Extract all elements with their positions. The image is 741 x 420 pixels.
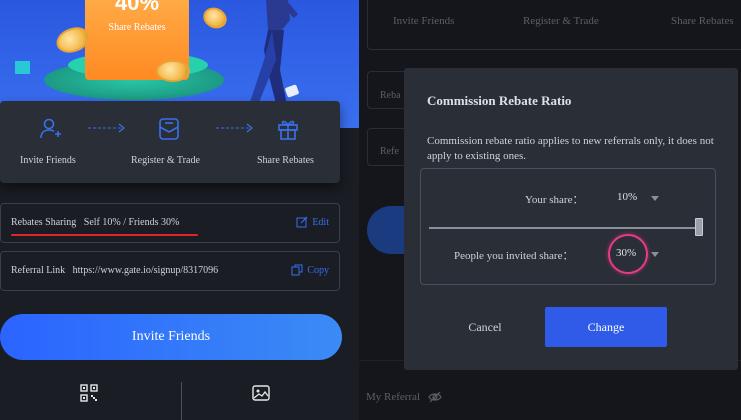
gift-icon bbox=[278, 120, 298, 140]
commission-rebate-modal: Commission Rebate Ratio Commission rebat… bbox=[404, 68, 738, 370]
edit-icon bbox=[296, 216, 308, 228]
referral-row-text: Refe bbox=[380, 146, 399, 157]
user-add-icon bbox=[40, 118, 61, 139]
tab-register-trade: Register & Trade bbox=[523, 15, 599, 27]
chevron-down-icon[interactable] bbox=[651, 196, 659, 201]
my-referral: My Referral bbox=[366, 391, 442, 403]
highlight-underline bbox=[11, 234, 198, 236]
cancel-button[interactable]: Cancel bbox=[444, 308, 526, 346]
arrow-right-icon bbox=[216, 123, 253, 133]
rebates-sharing-text: Rebates Sharing Self 10% / Friends 30% bbox=[11, 217, 180, 228]
left-panel: 40% Share Rebates Invite Friends Registe… bbox=[0, 0, 359, 420]
tab-invite-friends: Invite Friends bbox=[393, 15, 455, 27]
step-label-share: Share Rebates bbox=[257, 155, 314, 166]
steps-tabs: Invite Friends Register & Trade Share Re… bbox=[367, 0, 741, 50]
image-icon[interactable] bbox=[252, 384, 270, 402]
rebates-row-text: Reba bbox=[380, 90, 401, 101]
step-label-register: Register & Trade bbox=[131, 155, 200, 166]
steps-card: Invite Friends Register & Trade Share Re… bbox=[0, 101, 340, 183]
your-share-dropdown[interactable]: 10% bbox=[617, 191, 637, 203]
hero-label: Share Rebates bbox=[108, 22, 166, 33]
my-referral-label: My Referral bbox=[366, 391, 421, 403]
divider bbox=[181, 382, 182, 420]
arrow-right-icon bbox=[88, 123, 125, 133]
right-panel: Invite Friends Register & Trade Share Re… bbox=[359, 0, 741, 420]
coin-icon bbox=[156, 60, 190, 82]
referral-link-row: Referral Link https://www.gate.io/signup… bbox=[0, 251, 340, 291]
step-label-invite: Invite Friends bbox=[20, 155, 76, 166]
invited-share-dropdown[interactable]: 30% bbox=[616, 247, 636, 259]
document-icon bbox=[159, 118, 179, 140]
share-slider-handle[interactable] bbox=[695, 218, 703, 236]
copy-button[interactable]: Copy bbox=[291, 264, 329, 276]
modal-description: Commission rebate ratio applies to new r… bbox=[427, 135, 714, 162]
copy-label: Copy bbox=[307, 264, 329, 276]
rebates-sharing-row: Rebates Sharing Self 10% / Friends 30% E… bbox=[0, 203, 340, 243]
referral-link-text: Referral Link https://www.gate.io/signup… bbox=[11, 265, 219, 276]
share-slider-track[interactable] bbox=[429, 227, 699, 229]
share-settings-box: Your share： 10% People you invited share… bbox=[420, 168, 716, 285]
qr-code-icon[interactable] bbox=[80, 384, 98, 402]
edit-button[interactable]: Edit bbox=[296, 216, 329, 228]
invited-share-label: People you invited share： bbox=[454, 250, 574, 262]
copy-icon bbox=[291, 264, 303, 276]
decor-square bbox=[15, 61, 30, 74]
your-share-label: Your share： bbox=[525, 194, 584, 206]
invite-friends-button[interactable]: Invite Friends bbox=[0, 314, 342, 360]
modal-title: Commission Rebate Ratio bbox=[427, 93, 572, 108]
chevron-down-icon[interactable] bbox=[651, 252, 659, 257]
edit-label: Edit bbox=[312, 216, 329, 228]
coin-icon bbox=[199, 3, 231, 33]
hero-percent: 40% bbox=[114, 0, 160, 15]
eye-off-icon[interactable] bbox=[428, 391, 442, 403]
tab-share-rebates: Share Rebates bbox=[671, 15, 734, 27]
change-button[interactable]: Change bbox=[545, 307, 667, 347]
